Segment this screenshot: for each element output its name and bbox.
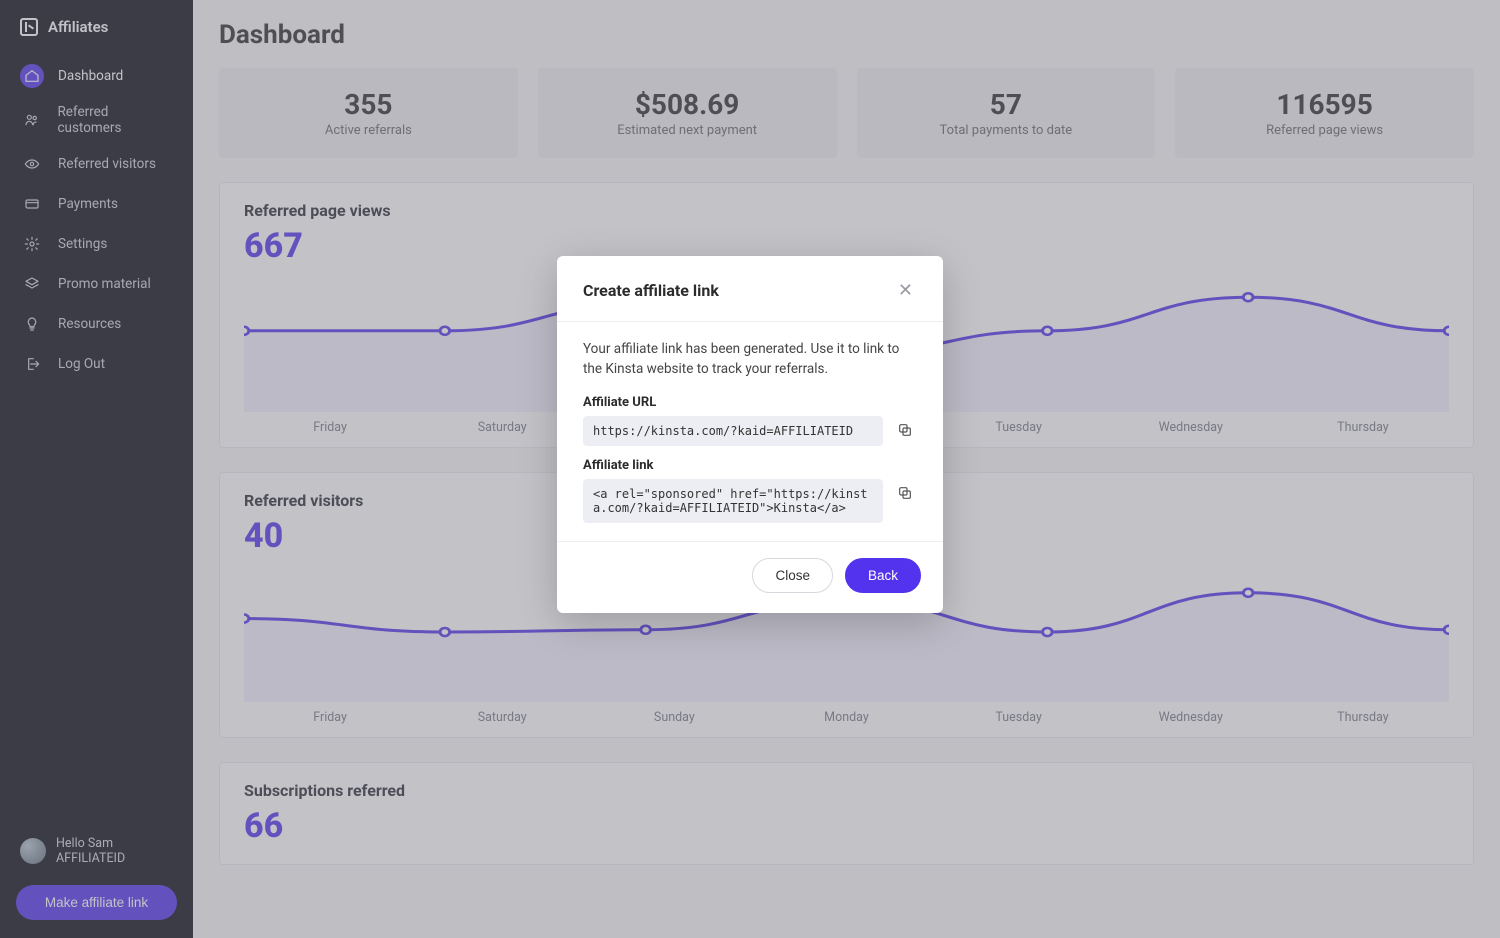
copy-url-button[interactable]: [893, 418, 917, 445]
affiliate-link-value[interactable]: <a rel="sponsored" href="https://kinsta.…: [583, 479, 883, 523]
affiliate-url-label: Affiliate URL: [583, 395, 917, 410]
modal-title: Create affiliate link: [583, 281, 719, 300]
copy-icon: [897, 422, 913, 438]
modal-overlay[interactable]: Create affiliate link ✕ Your affiliate l…: [0, 0, 1500, 938]
modal-description: Your affiliate link has been generated. …: [583, 340, 917, 379]
copy-link-button[interactable]: [893, 481, 917, 508]
affiliate-link-label: Affiliate link: [583, 458, 917, 473]
back-button[interactable]: Back: [845, 558, 921, 593]
modal: Create affiliate link ✕ Your affiliate l…: [557, 256, 943, 613]
close-button[interactable]: Close: [752, 558, 833, 593]
close-icon[interactable]: ✕: [894, 276, 917, 305]
affiliate-url-value[interactable]: https://kinsta.com/?kaid=AFFILIATEID: [583, 416, 883, 446]
copy-icon: [897, 485, 913, 501]
